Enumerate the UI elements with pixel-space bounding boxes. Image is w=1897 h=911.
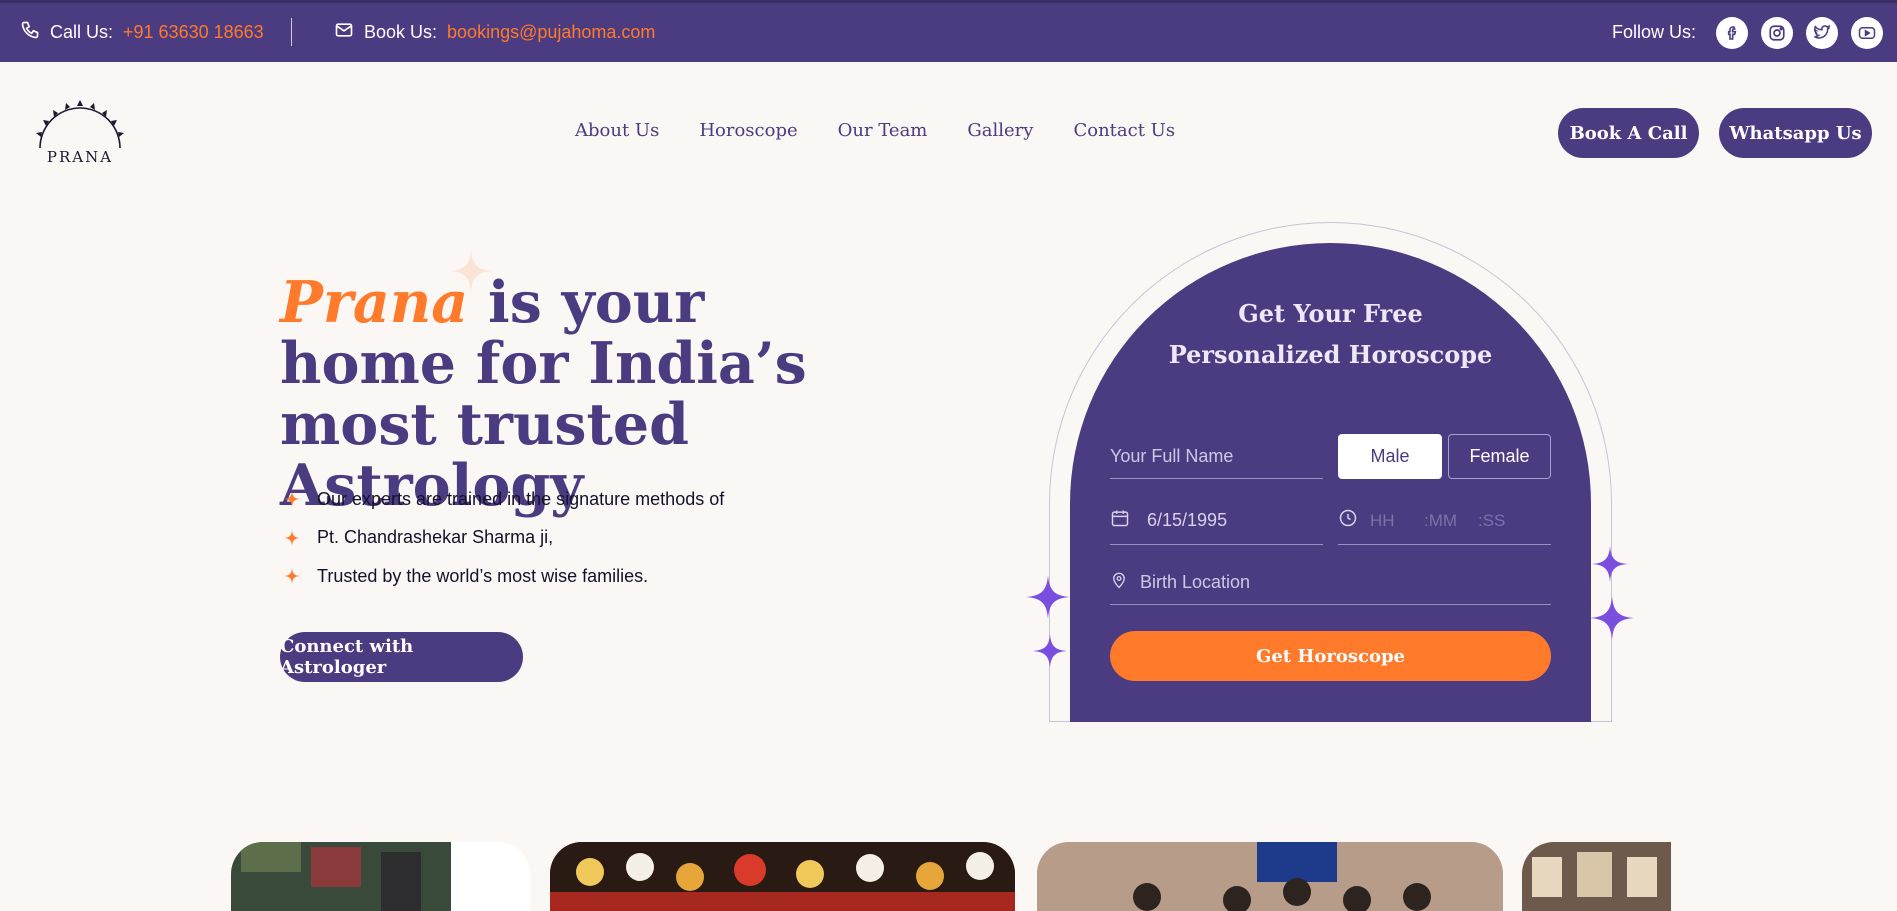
- sparkle-decoration-icon: [1033, 634, 1067, 668]
- whatsapp-us-button[interactable]: Whatsapp Us: [1719, 108, 1872, 158]
- instagram-icon[interactable]: [1761, 16, 1793, 49]
- gallery-image-4: [1522, 842, 1671, 911]
- clock-icon: [1338, 508, 1358, 533]
- phone-icon: [20, 20, 40, 45]
- sparkle-bullet-icon: [283, 529, 301, 546]
- list-item: Pt. Chandrashekar Sharma ji,: [283, 519, 724, 558]
- list-item: Our experts are trained in the signature…: [283, 480, 724, 519]
- book-us: Book Us: bookings@pujahoma.com: [334, 3, 655, 62]
- title-line-2: Personalized Horoscope: [1168, 340, 1493, 369]
- dob-value: 6/15/1995: [1147, 510, 1228, 530]
- birth-location-placeholder: Birth Location: [1140, 571, 1251, 592]
- facebook-icon[interactable]: [1716, 16, 1748, 49]
- full-name-placeholder: Your Full Name: [1110, 445, 1234, 466]
- sparkle-decoration-icon: [1592, 546, 1628, 582]
- sun-arc-logo-icon: [36, 100, 124, 149]
- youtube-icon[interactable]: [1851, 16, 1883, 49]
- social-links: Follow Us:: [1612, 3, 1883, 62]
- bullet-text: Our experts are trained in the signature…: [317, 488, 725, 509]
- follow-label: Follow Us:: [1611, 22, 1696, 42]
- hero-bullets: Our experts are trained in the signature…: [283, 480, 724, 596]
- sparkle-decoration-icon: [1590, 596, 1634, 640]
- sparkle-bullet-icon: [283, 491, 301, 508]
- top-contact-bar: Call Us: +91 63630 18663 Book Us: bookin…: [0, 0, 1897, 62]
- birth-location-input[interactable]: Birth Location: [1110, 560, 1551, 605]
- nav-about-us[interactable]: About Us: [575, 120, 659, 141]
- calendar-icon: [1110, 508, 1130, 533]
- title-line-1: Get Your Free: [1238, 299, 1423, 328]
- mail-icon: [334, 20, 354, 45]
- brand-name: PRANA: [46, 148, 114, 166]
- bullet-text: Pt. Chandrashekar Sharma ji,: [317, 527, 554, 548]
- nav-our-team[interactable]: Our Team: [838, 120, 928, 141]
- divider: [291, 18, 292, 46]
- booking-email-link[interactable]: bookings@pujahoma.com: [447, 22, 655, 43]
- minute-field[interactable]: :MM: [1424, 511, 1466, 531]
- bullet-text: Trusted by the world’s most wise familie…: [317, 565, 649, 586]
- location-pin-icon: [1110, 570, 1128, 595]
- get-horoscope-button[interactable]: Get Horoscope: [1110, 631, 1551, 681]
- gender-female-option[interactable]: Female: [1448, 434, 1551, 479]
- call-number-link[interactable]: +91 63630 18663: [123, 22, 264, 43]
- sparkle-decoration-icon: [1026, 575, 1070, 619]
- main-nav: About Us Horoscope Our Team Gallery Cont…: [575, 120, 1175, 141]
- book-label: Book Us:: [364, 22, 438, 42]
- call-label: Call Us:: [50, 22, 114, 42]
- call-us: Call Us: +91 63630 18663: [20, 3, 264, 62]
- connect-astrologer-button[interactable]: Connect with Astrologer: [280, 632, 523, 682]
- twitter-icon[interactable]: [1806, 16, 1838, 49]
- hero-heading-accent: Prana: [280, 269, 469, 336]
- nav-contact-us[interactable]: Contact Us: [1073, 120, 1175, 141]
- hour-field[interactable]: HH: [1370, 511, 1412, 531]
- dob-input[interactable]: 6/15/1995: [1110, 497, 1323, 545]
- gallery-image-1: [231, 842, 530, 911]
- list-item: Trusted by the world’s most wise familie…: [283, 557, 724, 596]
- gender-male-option[interactable]: Male: [1338, 434, 1442, 479]
- birth-time-input[interactable]: HH :MM :SS: [1338, 497, 1551, 545]
- second-field[interactable]: :SS: [1478, 511, 1505, 531]
- gallery-image-3: [1037, 842, 1503, 911]
- horoscope-card-title: Get Your Free Personalized Horoscope: [1070, 293, 1591, 375]
- sparkle-bullet-icon: [283, 568, 301, 585]
- nav-gallery[interactable]: Gallery: [967, 120, 1033, 141]
- prana-logo[interactable]: PRANA: [28, 98, 132, 170]
- book-a-call-button[interactable]: Book A Call: [1558, 108, 1699, 158]
- full-name-input[interactable]: Your Full Name: [1110, 434, 1323, 479]
- gallery-image-2: [550, 842, 1015, 911]
- nav-horoscope[interactable]: Horoscope: [699, 120, 797, 141]
